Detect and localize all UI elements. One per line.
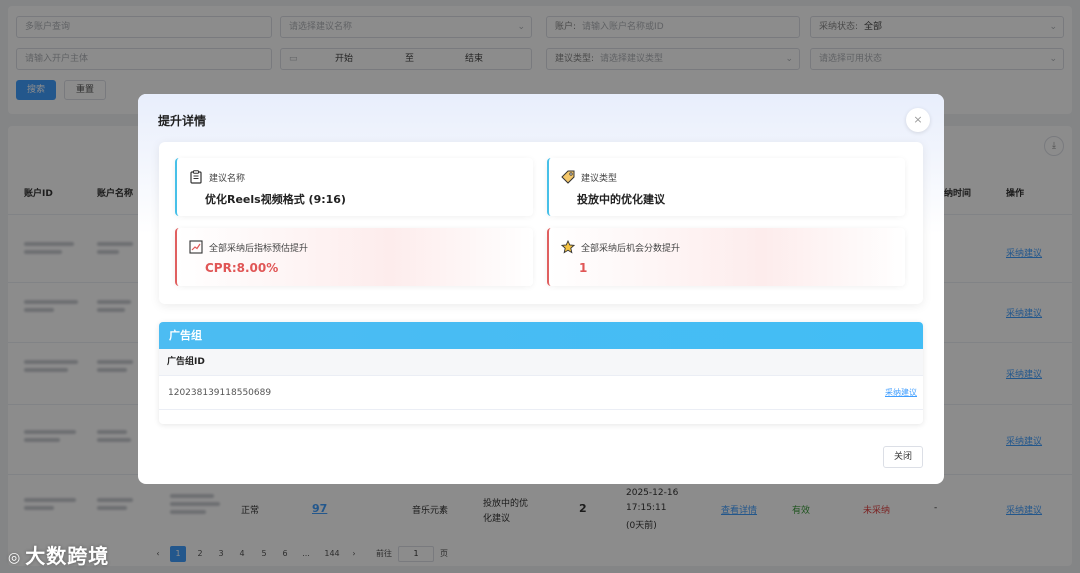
modal-title: 提升详情 — [158, 114, 207, 128]
suggestion-name-value: 优化Reels视频格式 (9:16) — [205, 193, 346, 206]
score-improvement-label: 全部采纳后机会分数提升 — [581, 244, 681, 254]
metric-improvement-value: CPR:8.00% — [205, 261, 279, 275]
suggestion-type-value: 投放中的优化建议 — [577, 193, 665, 206]
watermark-logo-icon: ◎ — [8, 549, 22, 566]
table-row: 120238139118550689 采纳建议 — [159, 376, 923, 410]
suggestion-type-label: 建议类型 — [581, 174, 618, 184]
ad-group-id-header: 广告组ID — [159, 349, 923, 376]
score-improvement-card: 全部采纳后机会分数提升 1 — [547, 228, 905, 286]
chart-trend-icon — [189, 240, 203, 254]
ad-group-title: 广告组 — [159, 322, 923, 349]
suggestion-type-card: 建议类型 投放中的优化建议 — [547, 158, 905, 216]
watermark: ◎ 大数跨境 — [8, 540, 109, 569]
score-improvement-value: 1 — [579, 261, 588, 275]
ad-group-panel: 广告组 广告组ID 120238139118550689 采纳建议 — [159, 322, 923, 424]
tag-icon — [561, 170, 575, 184]
ad-group-id-cell: 120238139118550689 — [168, 388, 272, 398]
close-button[interactable]: 关闭 — [883, 446, 923, 468]
star-icon — [561, 240, 575, 254]
metric-improvement-label: 全部采纳后指标预估提升 — [209, 244, 309, 254]
watermark-text: 大数跨境 — [25, 544, 110, 568]
metric-improvement-card: 全部采纳后指标预估提升 CPR:8.00% — [175, 228, 533, 286]
close-icon[interactable]: × — [906, 108, 930, 132]
clipboard-icon — [190, 170, 202, 184]
summary-box: 建议名称 优化Reels视频格式 (9:16) 建议类型 投放中的优化建议 全部… — [159, 142, 923, 304]
suggestion-name-card: 建议名称 优化Reels视频格式 (9:16) — [175, 158, 533, 216]
adopt-suggestion-link[interactable]: 采纳建议 — [885, 376, 917, 410]
suggestion-name-label: 建议名称 — [209, 174, 246, 184]
improvement-details-modal: 提升详情 × 建议名称 优化Reels视频格式 (9:16) 建议类型 投放中的… — [138, 94, 944, 484]
